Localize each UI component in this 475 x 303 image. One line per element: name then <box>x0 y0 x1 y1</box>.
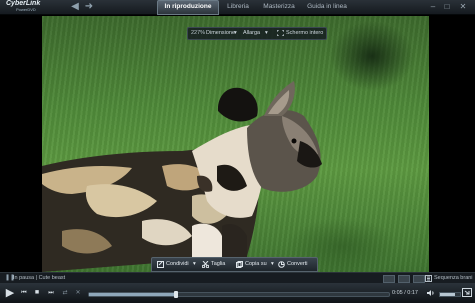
minimize-button[interactable]: – <box>427 1 439 12</box>
play-button[interactable]: ▶ <box>3 287 17 299</box>
maximize-button[interactable]: □ <box>441 1 453 12</box>
convert-icon <box>278 261 285 268</box>
next-button[interactable]: ⏭ <box>46 287 56 299</box>
top-bar: CyberLink PowerDVD ◀ ➜ In riproduzione L… <box>0 0 475 15</box>
fit-button[interactable]: Allarga <box>243 28 260 39</box>
stop-button[interactable]: ■ <box>32 287 42 299</box>
view-mode-button[interactable] <box>413 275 425 283</box>
copy-icon <box>236 261 243 268</box>
tab-library[interactable]: Libreria <box>219 1 257 13</box>
seek-bar[interactable] <box>88 291 390 298</box>
chevron-down-icon[interactable]: ▾ <box>265 28 268 39</box>
fullscreen-button[interactable]: Schermo intero <box>286 28 323 39</box>
volume-icon[interactable] <box>427 289 435 297</box>
cut-button[interactable]: Taglia <box>211 258 225 271</box>
tab-burn[interactable]: Masterizza <box>259 1 299 13</box>
dimension-button[interactable]: Dimensione <box>206 28 235 39</box>
volume-slider[interactable] <box>439 292 461 297</box>
time-display: 0:05 / 0:17 <box>392 290 418 296</box>
convert-button[interactable]: Converti <box>287 258 307 271</box>
back-arrow-icon[interactable]: ◀ <box>69 1 81 12</box>
seek-bar-fill <box>89 293 176 296</box>
app-logo: CyberLink PowerDVD <box>4 0 42 12</box>
chevron-down-icon[interactable]: ▾ <box>271 258 274 271</box>
forward-arrow-icon[interactable]: ➜ <box>83 1 95 12</box>
scissors-icon <box>202 261 209 268</box>
fullscreen-icon <box>277 30 284 36</box>
playlist-icon <box>425 275 432 282</box>
close-button[interactable]: ✕ <box>457 1 469 12</box>
copy-to-button[interactable]: Copia su <box>245 258 267 271</box>
tab-online-guide[interactable]: Guida in linea <box>302 1 352 13</box>
shuffle-icon[interactable]: ✕ <box>73 287 83 299</box>
playback-controls: ▶ ⏮ ■ ⏭ ⇄ ✕ 0:05 / 0:17 <box>0 283 475 303</box>
seek-handle[interactable] <box>174 291 178 298</box>
expand-icon[interactable] <box>462 288 472 297</box>
share-icon <box>157 261 164 268</box>
logo-subname: PowerDVD <box>16 7 36 12</box>
zoom-level: 227% <box>191 30 206 36</box>
previous-button[interactable]: ⏮ <box>19 287 29 299</box>
view-mode-button[interactable] <box>383 275 395 283</box>
logo-name: CyberLink <box>6 0 41 7</box>
video-stage: 227% Dimensione ▾ Allarga ▾ Schermo inte… <box>0 15 475 272</box>
action-bar: Condividi ▾ Taglia Copia su ▾ Converti <box>151 257 318 272</box>
view-mode-button[interactable] <box>398 275 410 283</box>
chevron-down-icon[interactable]: ▾ <box>193 258 196 271</box>
video-image-wild-dog <box>42 81 322 272</box>
tab-now-playing[interactable]: In riproduzione <box>157 0 219 15</box>
video-frame[interactable]: 227% Dimensione ▾ Allarga ▾ Schermo inte… <box>42 16 429 272</box>
repeat-icon[interactable]: ⇄ <box>60 287 70 299</box>
share-button[interactable]: Condividi <box>166 258 189 271</box>
view-toolbar: 227% Dimensione ▾ Allarga ▾ Schermo inte… <box>187 27 327 40</box>
chevron-down-icon[interactable]: ▾ <box>234 28 237 39</box>
volume-fill <box>440 293 455 296</box>
